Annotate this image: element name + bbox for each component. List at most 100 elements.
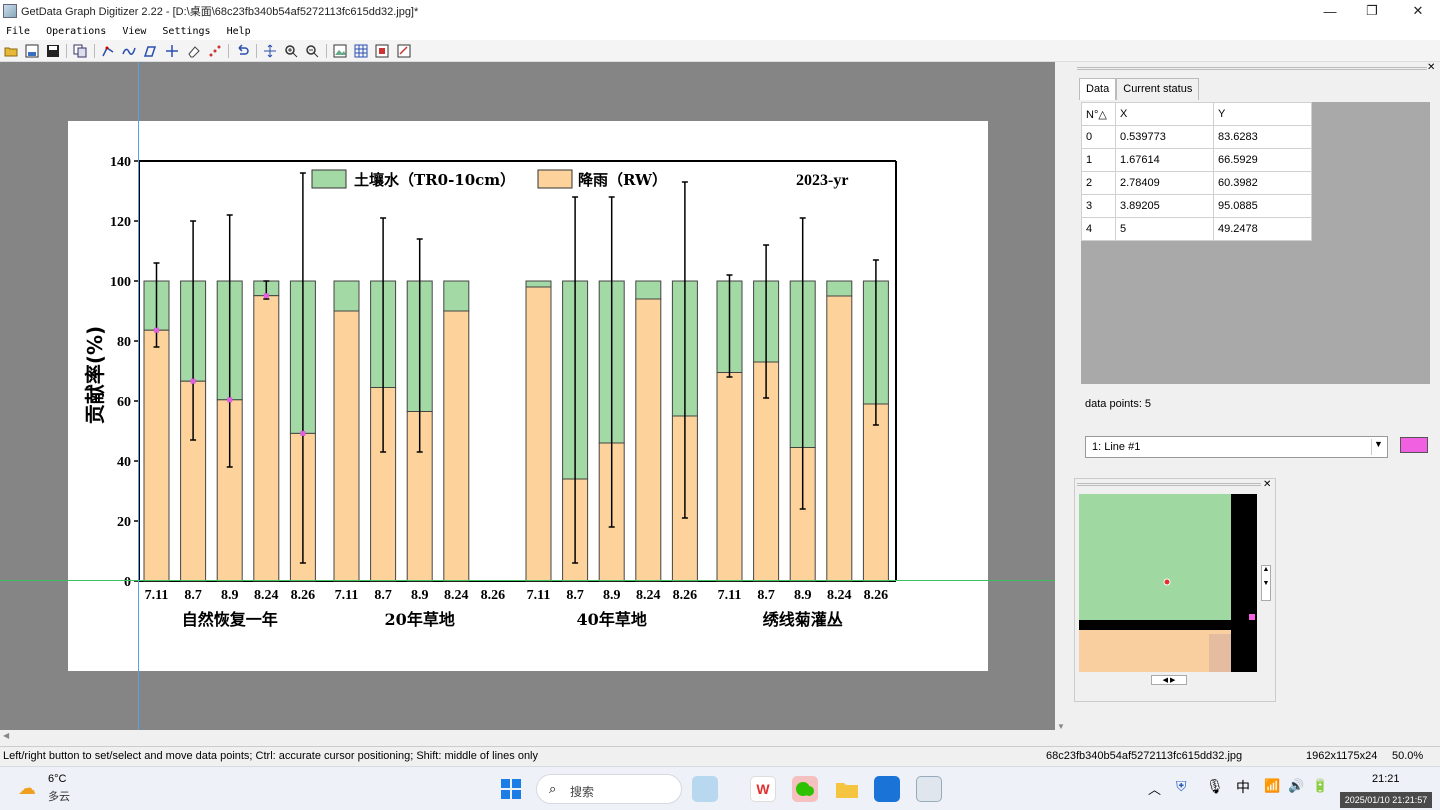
chevron-down-icon[interactable]: ▼ <box>1371 439 1385 455</box>
bar-soil <box>443 280 470 312</box>
magnifier-hscroll[interactable]: ◀ ▶ <box>1151 675 1187 685</box>
open-icon[interactable] <box>3 43 19 59</box>
scale-icon[interactable] <box>374 43 390 59</box>
chart-image: 140 120 100 80 60 40 20 0 贡献率(%) 土壤水（TR0-10cm） 降雨（… <box>68 121 988 671</box>
magnifier-window: ✕ ▲ ▼ ◀ ▶ <box>1074 478 1276 702</box>
status-image-size: 1962x1175x24 <box>1306 750 1378 762</box>
microphone-icon[interactable]: 🎙 <box>1206 778 1224 795</box>
legend-swatch-soil <box>311 169 347 189</box>
table-row[interactable]: 2 2.78409 60.3982 <box>1081 171 1312 195</box>
wifi-icon[interactable]: 📶 <box>1264 778 1280 794</box>
menu-help[interactable]: Help <box>227 26 251 37</box>
save-icon[interactable] <box>45 43 61 59</box>
cursor-crosshair-horizontal <box>0 580 1055 581</box>
x-tick-label: 8.7 <box>184 588 202 603</box>
copy-icon[interactable] <box>72 43 88 59</box>
status-zoom: 50.0% <box>1392 750 1424 762</box>
x-tick-label: 8.24 <box>636 588 661 603</box>
weather-icon[interactable]: ☁ <box>18 778 36 799</box>
legend-label-soil: 土壤水（TR0-10cm） <box>354 171 515 189</box>
start-button[interactable] <box>498 776 524 802</box>
tickets-app-icon[interactable] <box>692 776 718 802</box>
x-tick-label: 8.7 <box>374 588 392 603</box>
grid-icon[interactable] <box>353 43 369 59</box>
panel-close-icon[interactable]: ✕ <box>1427 62 1435 73</box>
x-tick-label: 8.26 <box>481 588 506 603</box>
line-capture-icon[interactable] <box>121 43 137 59</box>
eraser-icon[interactable] <box>186 43 202 59</box>
bar-soil <box>525 280 552 288</box>
line-color-swatch[interactable] <box>1400 437 1428 453</box>
clock-time: 21:21 <box>1372 773 1400 785</box>
weather-desc: 多云 <box>48 791 70 803</box>
table-row[interactable]: 3 3.89205 95.0885 <box>1081 194 1312 218</box>
status-hint: Left/right button to set/select and move… <box>3 750 539 762</box>
x-tick-label: 7.11 <box>145 588 169 603</box>
x-tick-label: 7.11 <box>527 588 551 603</box>
menu-settings[interactable]: Settings <box>162 26 210 37</box>
save-as-icon[interactable] <box>24 43 40 59</box>
battery-icon[interactable]: 🔋 <box>1312 778 1328 794</box>
vertical-scrollbar[interactable]: ▼ <box>1055 62 1069 731</box>
x-tick-label: 7.11 <box>718 588 742 603</box>
bar-rain <box>443 310 470 582</box>
getdata-taskbar-icon[interactable] <box>916 776 942 802</box>
table-row[interactable]: 1 1.67614 66.5929 <box>1081 148 1312 172</box>
data-table[interactable]: N°△ X Y 0 0.539773 83.6283 1 1.67614 66.5929… <box>1081 102 1312 241</box>
zoom-out-icon[interactable] <box>304 43 320 59</box>
maximize-button[interactable]: ❐ <box>1350 0 1394 22</box>
menu-view[interactable]: View <box>122 26 146 37</box>
data-point-count: data points: 5 <box>1085 398 1152 410</box>
col-y[interactable]: Y <box>1213 102 1312 126</box>
toolbar <box>0 40 1440 62</box>
fit-icon[interactable] <box>396 43 412 59</box>
undo-icon[interactable] <box>234 43 250 59</box>
tab-current-status[interactable]: Current status <box>1116 78 1200 100</box>
x-tick-label: 8.24 <box>827 588 852 603</box>
tab-data[interactable]: Data <box>1079 78 1117 100</box>
bar-rain <box>716 372 743 582</box>
segment-icon[interactable] <box>207 43 223 59</box>
col-x[interactable]: X <box>1115 102 1214 126</box>
menu-operations[interactable]: Operations <box>46 26 106 37</box>
year-label: 2023-yr <box>796 172 848 189</box>
horizontal-scrollbar[interactable]: ◀ <box>0 730 1055 744</box>
col-number[interactable]: N°△ <box>1081 102 1116 126</box>
app-icon-blue[interactable] <box>874 776 900 802</box>
table-header: N°△ X Y <box>1081 102 1312 126</box>
group-label: 20年草地 <box>385 610 455 629</box>
status-bar: Left/right button to set/select and move… <box>0 746 1440 766</box>
volume-icon[interactable]: 🔊 <box>1288 778 1304 794</box>
ime-indicator[interactable]: 中 <box>1236 777 1250 797</box>
magnifier-close-icon[interactable]: ✕ <box>1263 479 1271 490</box>
digitized-point-marker <box>263 293 269 299</box>
bar-rain <box>525 286 552 582</box>
wechat-icon[interactable] <box>792 776 818 802</box>
image-icon[interactable] <box>332 43 348 59</box>
file-explorer-icon[interactable] <box>834 776 860 802</box>
point-capture-icon[interactable] <box>100 43 116 59</box>
shield-icon[interactable]: ⛨ <box>1176 778 1187 795</box>
chevron-up-icon[interactable]: ︿ <box>1148 779 1161 798</box>
cursor-crosshair-vertical <box>138 62 139 730</box>
search-box[interactable]: ⌕ 搜索 <box>536 774 682 804</box>
group-label: 40年草地 <box>577 610 647 629</box>
minimize-button[interactable]: — <box>1308 0 1352 22</box>
pan-icon[interactable] <box>262 43 278 59</box>
table-row[interactable]: 0 0.539773 83.6283 <box>1081 125 1312 149</box>
close-button[interactable]: ✕ <box>1396 0 1440 22</box>
magnifier-scroll[interactable]: ▲ ▼ <box>1261 565 1271 601</box>
line-select[interactable]: 1: Line #1 ▼ <box>1085 436 1388 458</box>
table-row[interactable]: 4 5 49.2478 <box>1081 217 1312 241</box>
wps-icon[interactable]: W <box>750 776 776 802</box>
zoom-in-icon[interactable] <box>283 43 299 59</box>
status-filename: 68c23fb340b54af5272113fc615dd32.jpg <box>1046 750 1243 762</box>
menu-file[interactable]: File <box>6 26 30 37</box>
image-canvas[interactable]: 140 120 100 80 60 40 20 0 贡献率(%) 土壤水（TR0-10cm） 降雨（… <box>0 62 1055 730</box>
x-tick-label: 8.9 <box>794 588 812 603</box>
area-capture-icon[interactable] <box>142 43 158 59</box>
taskbar: ☁ 6°C 多云 ⌕ 搜索 W ︿ ⛨ 🎙 中 📶 🔊 🔋 21:21 2025… <box>0 766 1440 810</box>
x-tick-label: 8.9 <box>221 588 239 603</box>
x-tick-label: 8.9 <box>603 588 621 603</box>
move-icon[interactable] <box>164 43 180 59</box>
